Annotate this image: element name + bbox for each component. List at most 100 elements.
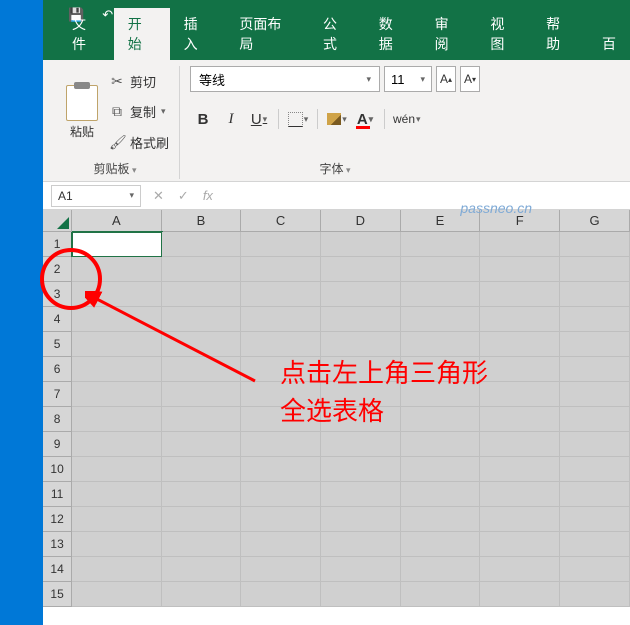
tab-data[interactable]: 数据	[365, 8, 421, 60]
tab-layout[interactable]: 页面布局	[225, 8, 309, 60]
cut-button[interactable]: ✂剪切	[109, 67, 169, 95]
cell[interactable]	[321, 232, 401, 257]
cell[interactable]	[321, 432, 401, 457]
row-header[interactable]: 7	[43, 382, 72, 407]
decrease-font-button[interactable]: A▾	[460, 66, 480, 92]
cell[interactable]	[72, 482, 161, 507]
cell[interactable]	[72, 357, 161, 382]
cell[interactable]	[162, 282, 242, 307]
column-header[interactable]: C	[241, 210, 321, 232]
tab-formula[interactable]: 公式	[309, 8, 365, 60]
cell[interactable]	[560, 582, 630, 607]
cell[interactable]	[241, 432, 321, 457]
cell[interactable]	[241, 307, 321, 332]
cell[interactable]	[401, 507, 481, 532]
tab-review[interactable]: 审阅	[421, 8, 477, 60]
cell[interactable]	[321, 332, 401, 357]
cell[interactable]	[241, 532, 321, 557]
cell[interactable]	[241, 257, 321, 282]
row-header[interactable]: 1	[43, 232, 72, 257]
cell[interactable]	[401, 357, 481, 382]
row-header[interactable]: 4	[43, 307, 72, 332]
cell[interactable]	[480, 382, 560, 407]
fx-icon[interactable]: fx	[203, 188, 213, 203]
cell[interactable]	[162, 482, 242, 507]
cell[interactable]	[401, 582, 481, 607]
row-header[interactable]: 14	[43, 557, 72, 582]
cell[interactable]	[321, 357, 401, 382]
row-header[interactable]: 12	[43, 507, 72, 532]
cell[interactable]	[480, 457, 560, 482]
cell[interactable]	[162, 557, 242, 582]
cell[interactable]	[241, 482, 321, 507]
cell[interactable]	[162, 507, 242, 532]
row-header[interactable]: 3	[43, 282, 72, 307]
cell[interactable]	[321, 582, 401, 607]
font-color-button[interactable]: A▾	[352, 106, 378, 132]
cell[interactable]	[480, 257, 560, 282]
cell[interactable]	[72, 507, 161, 532]
cell[interactable]	[162, 432, 242, 457]
cell[interactable]	[480, 307, 560, 332]
cell[interactable]	[560, 482, 630, 507]
cell[interactable]	[162, 532, 242, 557]
cell[interactable]	[401, 557, 481, 582]
formula-input[interactable]	[225, 185, 630, 207]
row-header[interactable]: 2	[43, 257, 72, 282]
cell[interactable]	[241, 557, 321, 582]
cell[interactable]	[72, 457, 161, 482]
cell[interactable]	[401, 457, 481, 482]
cell[interactable]	[162, 457, 242, 482]
cell[interactable]	[560, 432, 630, 457]
row-header[interactable]: 15	[43, 582, 72, 607]
cell[interactable]	[241, 507, 321, 532]
copy-button[interactable]: ⧉复制▾	[109, 98, 169, 126]
cell[interactable]	[162, 332, 242, 357]
cell[interactable]	[72, 532, 161, 557]
name-box[interactable]: A1▾	[51, 185, 141, 207]
cancel-formula-icon[interactable]: ✕	[153, 188, 164, 204]
cell[interactable]	[162, 382, 242, 407]
row-header[interactable]: 9	[43, 432, 72, 457]
cell[interactable]	[241, 332, 321, 357]
column-header[interactable]: F	[480, 210, 560, 232]
cell[interactable]	[72, 582, 161, 607]
cell[interactable]	[162, 582, 242, 607]
cell[interactable]	[321, 407, 401, 432]
row-header[interactable]: 10	[43, 457, 72, 482]
cell[interactable]	[560, 257, 630, 282]
cell[interactable]	[72, 382, 161, 407]
cell[interactable]	[72, 232, 161, 257]
cell[interactable]	[401, 332, 481, 357]
cell[interactable]	[480, 582, 560, 607]
cell[interactable]	[241, 582, 321, 607]
cell[interactable]	[480, 507, 560, 532]
cell[interactable]	[401, 257, 481, 282]
row-header[interactable]: 6	[43, 357, 72, 382]
cell[interactable]	[321, 282, 401, 307]
cell[interactable]	[560, 232, 630, 257]
cell[interactable]	[480, 407, 560, 432]
cell[interactable]	[560, 307, 630, 332]
cell[interactable]	[480, 532, 560, 557]
paste-button[interactable]: 粘贴	[61, 66, 103, 158]
cell[interactable]	[321, 532, 401, 557]
cell[interactable]	[480, 482, 560, 507]
row-header[interactable]: 13	[43, 532, 72, 557]
cell[interactable]	[560, 282, 630, 307]
cell[interactable]	[162, 407, 242, 432]
cell[interactable]	[560, 357, 630, 382]
row-header[interactable]: 5	[43, 332, 72, 357]
phonetic-button[interactable]: wén▾	[391, 106, 423, 132]
underline-button[interactable]: U▾	[246, 106, 272, 132]
cell[interactable]	[321, 482, 401, 507]
column-header[interactable]: A	[72, 210, 161, 232]
cell[interactable]	[162, 232, 242, 257]
cell[interactable]	[162, 357, 242, 382]
bold-button[interactable]: B	[190, 106, 216, 132]
cell[interactable]	[72, 282, 161, 307]
cell[interactable]	[401, 282, 481, 307]
cell[interactable]	[480, 557, 560, 582]
tab-bai[interactable]: 百	[588, 28, 630, 60]
cell[interactable]	[401, 407, 481, 432]
